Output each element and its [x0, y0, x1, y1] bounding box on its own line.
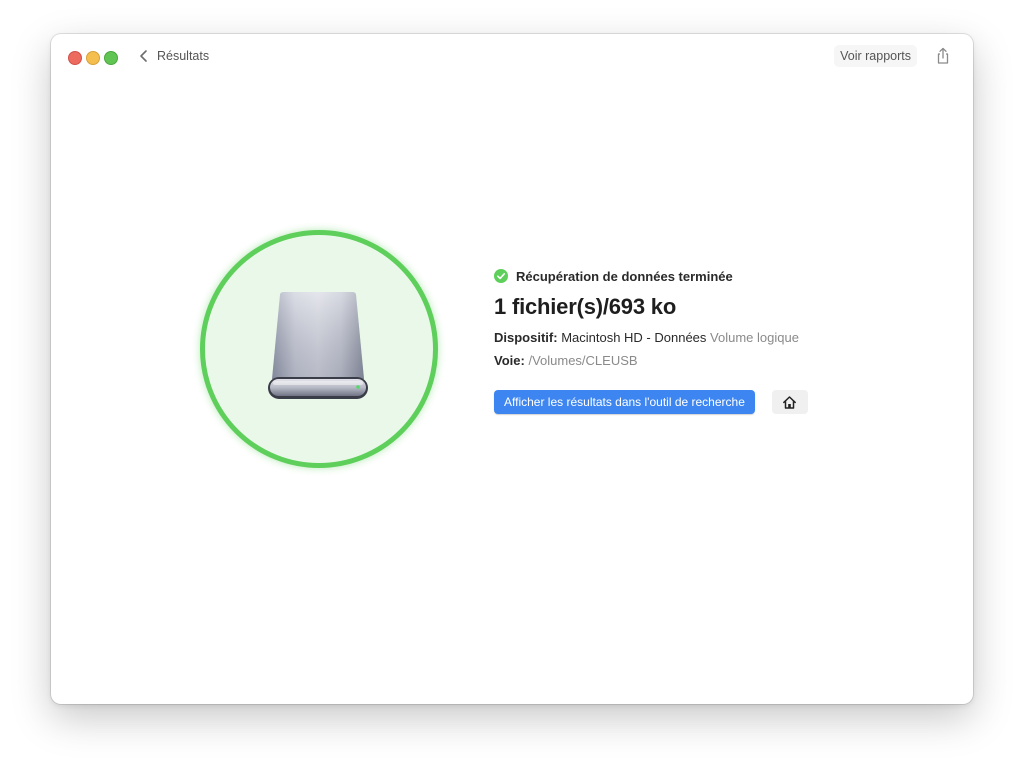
device-label: Dispositif: [494, 330, 558, 345]
actions-row: Afficher les résultats dans l'outil de r… [494, 390, 808, 414]
device-value: Macintosh HD - Données [561, 330, 707, 345]
share-icon[interactable] [933, 46, 953, 66]
path-value: /Volumes/CLEUSB [528, 353, 638, 368]
check-circle-icon [494, 269, 508, 283]
external-drive-icon [268, 292, 368, 399]
home-icon [783, 395, 797, 409]
recovery-info: Récupération de données terminée 1 fichi… [494, 267, 808, 414]
app-window: Résultats Voir rapports Récupération de … [51, 34, 973, 704]
window-zoom-button[interactable] [104, 51, 118, 65]
view-reports-button[interactable]: Voir rapports [834, 45, 917, 67]
device-row: Dispositif: Macintosh HD - Données Volum… [494, 329, 808, 347]
window-close-button[interactable] [68, 51, 82, 65]
back-button[interactable]: Résultats [133, 45, 215, 67]
show-results-button[interactable]: Afficher les résultats dans l'outil de r… [494, 390, 755, 414]
status-row: Récupération de données terminée [494, 267, 808, 285]
back-button-label: Résultats [157, 49, 210, 63]
window-minimize-button[interactable] [86, 51, 100, 65]
disk-status-circle [200, 230, 438, 468]
home-button[interactable] [771, 390, 808, 414]
device-type: Volume logique [710, 330, 799, 345]
path-row: Voie: /Volumes/CLEUSB [494, 352, 808, 370]
chevron-left-icon [140, 50, 147, 62]
recovery-summary: 1 fichier(s)/693 ko [494, 294, 677, 319]
path-label: Voie: [494, 353, 525, 368]
status-text: Récupération de données terminée [516, 268, 733, 284]
